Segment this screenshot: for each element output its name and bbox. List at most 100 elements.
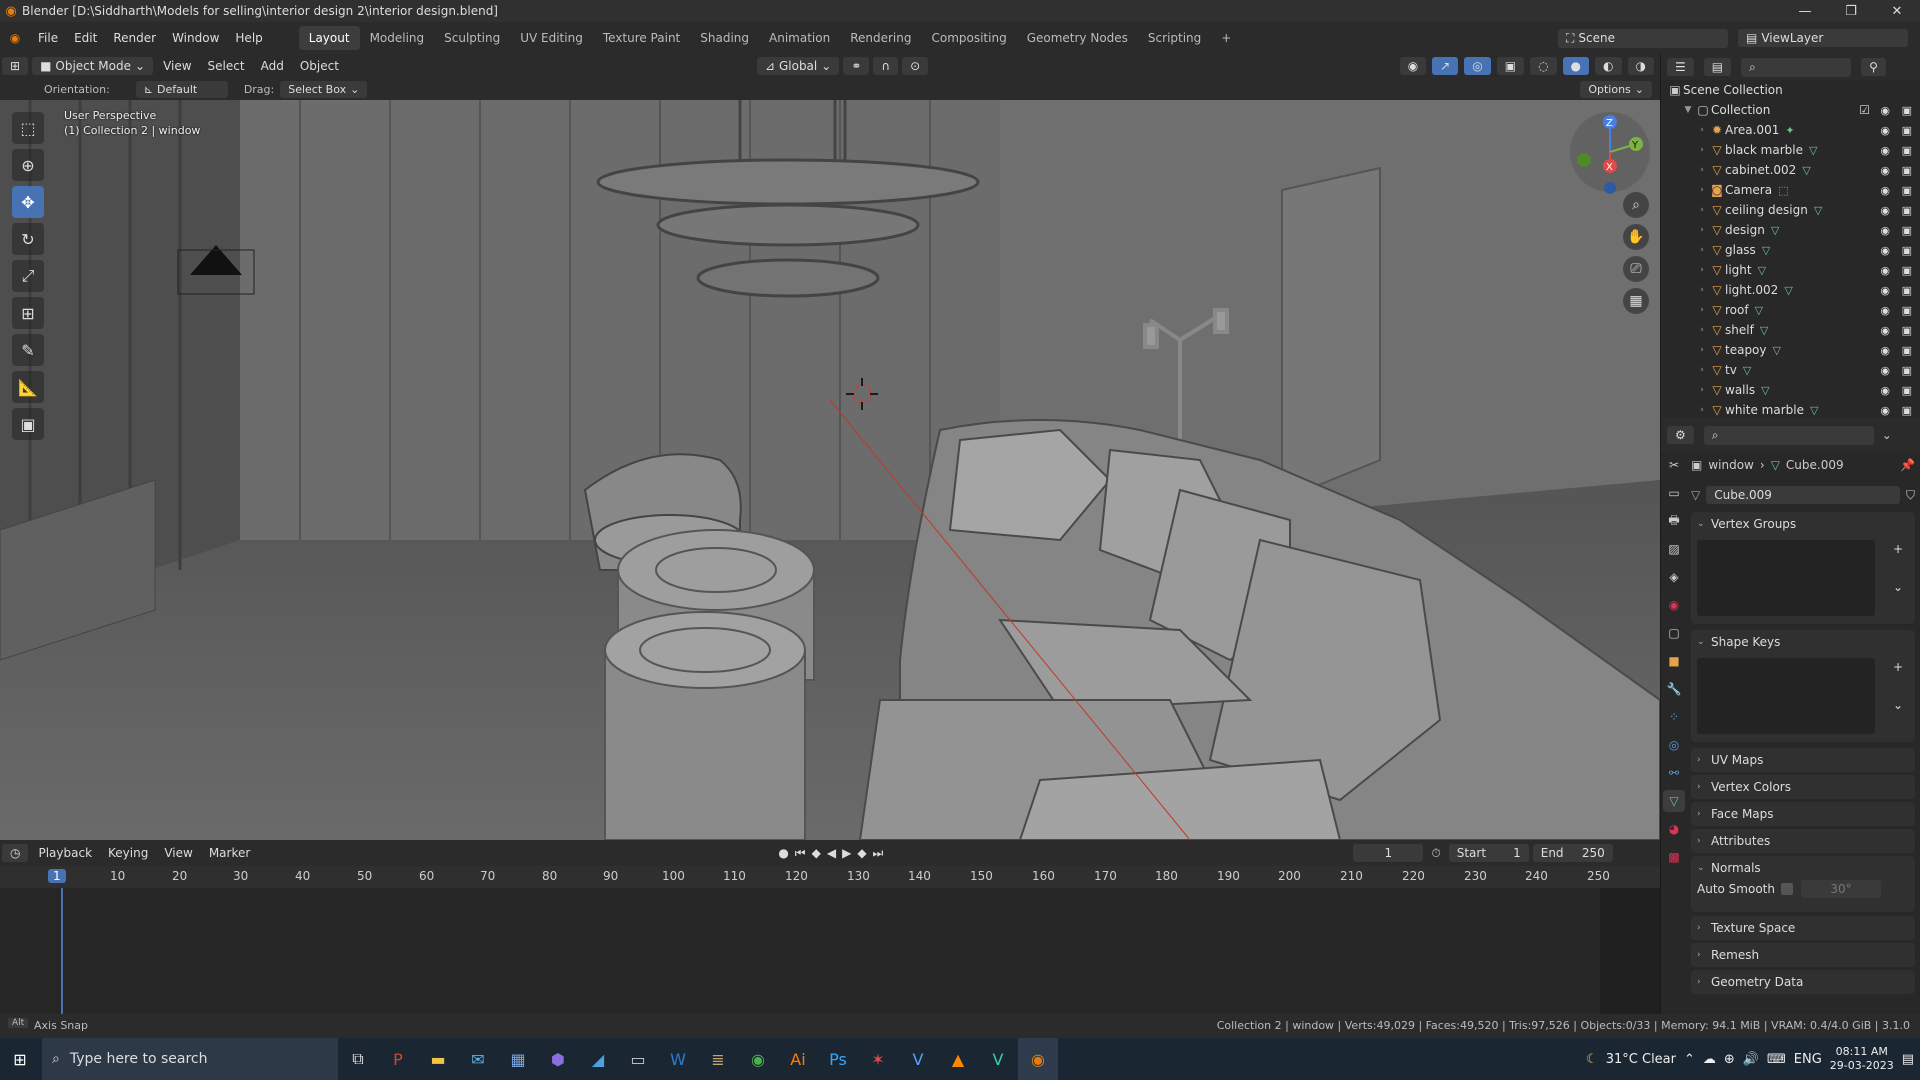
playhead-line[interactable] [61,888,63,1014]
panel-face-maps[interactable]: › Face Maps [1691,802,1915,826]
menu-file[interactable]: File [30,31,66,45]
scene-selector[interactable]: ⛶ Scene [1558,28,1728,48]
outliner-row-collection[interactable]: ▼ ▢ Collection ☑ ◉ ▣ [1661,100,1920,120]
chevron-right-icon[interactable]: › [1695,365,1709,375]
jump-end-button[interactable]: ⏭ [873,846,884,861]
outliner-row-light-002[interactable]: › ▽ light.002 ▽ ◉ ▣ [1661,280,1920,300]
3d-viewport[interactable]: User Perspective (1) Collection 2 | wind… [0,100,1660,840]
chevron-right-icon[interactable]: › [1695,245,1709,255]
current-frame-field[interactable]: 1 [1353,844,1424,862]
panel-vertex-colors[interactable]: › Vertex Colors [1691,775,1915,799]
eye-icon[interactable]: ◉ [1880,284,1890,297]
tab-scene[interactable]: ◈ [1663,566,1685,588]
outliner-row-roof[interactable]: › ▽ roof ▽ ◉ ▣ [1661,300,1920,320]
eye-icon[interactable]: ◉ [1880,364,1890,377]
tab-texture-paint[interactable]: Texture Paint [593,26,690,50]
outliner-row-area-001[interactable]: › ✹ Area.001 ✦ ◉ ▣ [1661,120,1920,140]
drag-dropdown[interactable]: Select Box ⌄ [280,80,368,98]
panel-attributes[interactable]: › Attributes [1691,829,1915,853]
maximize-button[interactable]: ❐ [1828,4,1874,19]
mesh-data-icon[interactable]: ▽ [1814,204,1822,217]
chevron-down-icon[interactable]: ⌄ [1893,580,1903,594]
chevron-right-icon[interactable]: › [1695,165,1709,175]
chevron-down-icon[interactable]: ⌄ [1893,698,1903,712]
minimize-button[interactable]: — [1782,4,1828,19]
panel-header[interactable]: ⌄ Normals [1691,856,1915,880]
visibility-button[interactable]: ◉ [1399,57,1427,75]
menu-keying[interactable]: Keying [100,844,156,862]
auto-smooth-checkbox[interactable] [1780,883,1793,895]
tab-animation[interactable]: Animation [759,26,840,50]
notifications-icon[interactable]: ▤ [1902,1052,1914,1067]
start-frame-field[interactable]: Start 1 [1448,844,1529,862]
chevron-right-icon[interactable]: › [1695,265,1709,275]
chevron-right-icon[interactable]: › [1695,305,1709,315]
transform-orientation-dropdown[interactable]: ⊿ Global ⌄ [756,57,840,75]
vertex-group-list[interactable] [1697,540,1875,616]
mesh-data-icon[interactable]: ▽ [1810,404,1818,417]
chevron-right-icon[interactable]: › [1695,285,1709,295]
cursor-tool[interactable]: ⊕ [12,149,44,181]
mesh-name-field[interactable]: Cube.009 [1706,486,1900,504]
transform-tool[interactable]: ⊞ [12,297,44,329]
filter-button[interactable]: ⚲ [1861,58,1886,76]
app-icon-10[interactable]: ≣ [698,1038,738,1080]
mesh-data-icon[interactable]: ▽ [1809,144,1817,157]
properties-editor-type-button[interactable]: ⚙ [1667,426,1694,444]
outliner-row-camera[interactable]: › ◙ Camera ⬚ ◉ ▣ [1661,180,1920,200]
outliner-row-white-marble[interactable]: › ▽ white marble ▽ ◉ ▣ [1661,400,1920,420]
chevron-right-icon[interactable]: › [1695,125,1709,135]
panel-texture-space[interactable]: › Texture Space [1691,916,1915,940]
tab-material[interactable]: ◕ [1663,818,1685,840]
mesh-data-icon[interactable]: ▽ [1784,284,1792,297]
outliner-row-shelf[interactable]: › ▽ shelf ▽ ◉ ▣ [1661,320,1920,340]
eye-icon[interactable]: ◉ [1880,204,1890,217]
outliner-row-walls[interactable]: › ▽ walls ▽ ◉ ▣ [1661,380,1920,400]
chevron-right-icon[interactable]: › [1695,345,1709,355]
tab-uv-editing[interactable]: UV Editing [510,26,593,50]
add-workspace-button[interactable]: + [1211,26,1241,50]
play-button[interactable]: ▶ [842,846,851,861]
panel-header[interactable]: ⌄ Vertex Groups [1691,512,1915,536]
menu-add[interactable]: Add [253,57,292,75]
camera-data-icon[interactable]: ⬚ [1778,184,1788,197]
render-camera-icon[interactable]: ▣ [1902,384,1912,397]
app-icon-7[interactable]: ◢ [578,1038,618,1080]
mesh-data-icon[interactable]: ▽ [1760,324,1768,337]
options-button[interactable]: Options ⌄ [1580,80,1652,98]
panel-geometry-data[interactable]: › Geometry Data [1691,970,1915,994]
editor-type-button[interactable]: ⊞ [2,57,29,75]
mesh-data-icon[interactable]: ▽ [1755,304,1763,317]
eye-icon[interactable]: ◉ [1880,384,1890,397]
menu-render[interactable]: Render [105,31,164,45]
end-frame-field[interactable]: End 250 [1532,844,1613,862]
tab-constraints[interactable]: ⚯ [1663,762,1685,784]
tab-compositing[interactable]: Compositing [921,26,1016,50]
tab-world[interactable]: ◉ [1663,594,1685,616]
render-camera-icon[interactable]: ▣ [1902,144,1912,157]
outliner-row-cabinet-002[interactable]: › ▽ cabinet.002 ▽ ◉ ▣ [1661,160,1920,180]
mesh-data-icon[interactable]: ▽ [1762,244,1770,257]
playhead-label[interactable]: 1 [48,869,66,883]
cloud-icon[interactable]: ☁ [1703,1052,1716,1067]
chevron-right-icon[interactable]: › [1695,225,1709,235]
eye-icon[interactable]: ◉ [1880,404,1890,417]
eye-icon[interactable]: ◉ [1880,184,1890,197]
wireframe-shading-button[interactable]: ◌ [1530,57,1557,75]
render-camera-icon[interactable]: ▣ [1902,184,1912,197]
render-camera-icon[interactable]: ▣ [1902,304,1912,317]
render-camera-icon[interactable]: ▣ [1902,204,1912,217]
menu-select[interactable]: Select [200,57,253,75]
word-app[interactable]: W [658,1038,698,1080]
timeline-editor-type-button[interactable]: ◷ [2,844,29,862]
menu-object[interactable]: Object [292,57,347,75]
chevron-up-icon[interactable]: ⌃ [1684,1052,1695,1067]
app-icon-6[interactable]: ⬢ [538,1038,578,1080]
panel-uv-maps[interactable]: › UV Maps [1691,748,1915,772]
tab-render[interactable]: ▭ [1663,482,1685,504]
tab-object[interactable]: ■ [1663,650,1685,672]
pan-button[interactable]: ✋ [1623,224,1649,250]
frame-ruler[interactable]: 1 10 20 30 40 50 60 70 80 90 100 110 120… [0,866,1660,888]
powerpoint-app[interactable]: P [378,1038,418,1080]
eye-icon[interactable]: ◉ [1880,244,1890,257]
